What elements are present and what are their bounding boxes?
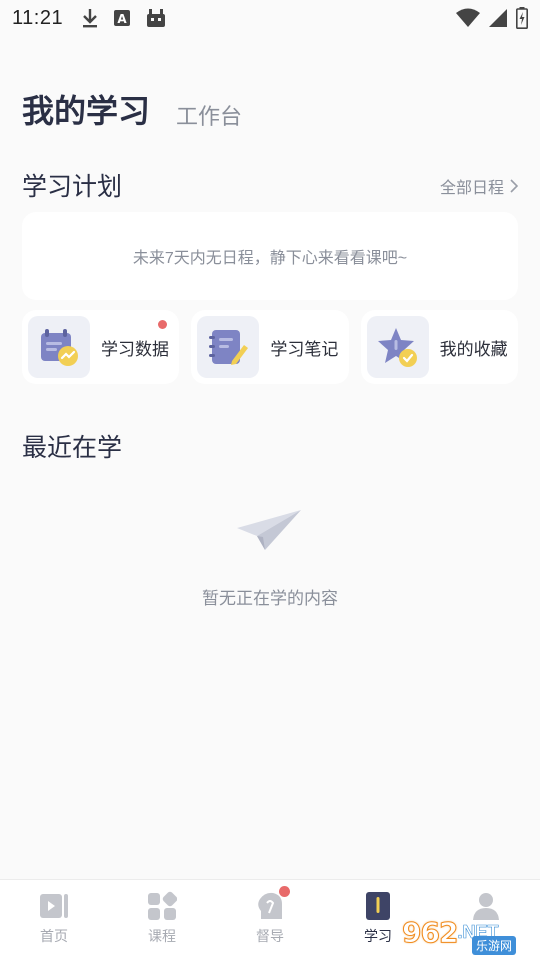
android-icon	[147, 9, 166, 27]
nav-label-supervise: 督导	[256, 928, 284, 944]
my-favorites-card[interactable]: 我的收藏	[360, 310, 518, 384]
study-book-icon	[366, 892, 390, 920]
my-favorites-label: 我的收藏	[439, 339, 508, 359]
watermark-site: 乐游网	[472, 936, 517, 955]
download-icon	[83, 9, 98, 28]
paper-plane-icon	[237, 510, 301, 550]
favorites-star-icon	[366, 316, 429, 378]
plan-empty-card: 未来7天内无日程，静下心来看看课吧~	[22, 212, 518, 300]
signal-icon	[489, 9, 507, 27]
status-time: 11:21	[12, 6, 64, 29]
study-notes-card[interactable]: 学习笔记	[191, 310, 349, 384]
nav-item-courses[interactable]: 课程	[108, 880, 216, 960]
study-plan-title: 学习计划	[22, 172, 123, 201]
notes-icon	[197, 316, 260, 378]
study-data-badge	[158, 320, 168, 329]
page-title: 我的学习	[22, 92, 151, 130]
all-schedule-link[interactable]: 全部日程	[440, 174, 518, 198]
study-data-label: 学习数据	[101, 339, 169, 359]
nav-item-home[interactable]: 首页	[0, 880, 108, 960]
study-notes-label: 学习笔记	[270, 339, 339, 359]
wifi-icon	[456, 8, 480, 27]
text-a-icon: A	[114, 10, 131, 26]
nav-label-courses: 课程	[148, 928, 176, 944]
all-schedule-label: 全部日程	[439, 180, 504, 197]
nav-item-supervise[interactable]: 督导	[216, 880, 324, 960]
chevron-right-icon	[510, 179, 518, 193]
status-icons-left: A	[81, 7, 167, 29]
status-icons-right	[456, 7, 528, 29]
recent-empty-state: 暂无正在学的内容	[0, 506, 540, 609]
plan-empty-text: 未来7天内无日程，静下心来看看课吧~	[132, 250, 408, 267]
study-data-card[interactable]: 学习数据	[22, 310, 180, 384]
supervise-badge	[279, 886, 290, 897]
tools-row: 学习数据 学习笔记 我的收藏	[22, 310, 518, 384]
recent-learning-title: 最近在学	[22, 433, 123, 462]
course-grid-icon	[148, 891, 177, 920]
status-bar: 11:21 A	[0, 0, 540, 36]
site-watermark: 962 .NET 乐游网	[401, 908, 536, 956]
battery-charging-icon	[516, 7, 528, 29]
watermark-number: 962	[401, 915, 458, 949]
study-data-icon	[28, 316, 90, 378]
recent-empty-text: 暂无正在学的内容	[202, 589, 338, 608]
workbench-subtitle[interactable]: 工作台	[176, 99, 242, 131]
nav-label-study: 学习	[364, 928, 392, 944]
svg-text:A: A	[117, 12, 127, 26]
nav-label-home: 首页	[40, 928, 68, 944]
home-play-icon	[40, 894, 68, 918]
